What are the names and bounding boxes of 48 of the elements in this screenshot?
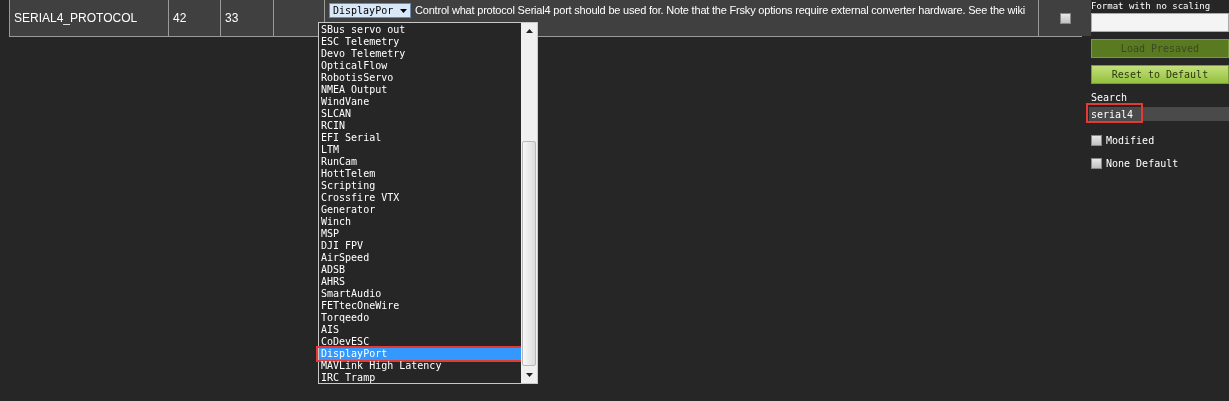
dropdown-option[interactable]: Crossfire VTX [319, 192, 521, 204]
down-arrow-icon [525, 373, 533, 377]
dropdown-option[interactable]: DJI FPV [319, 240, 521, 252]
dropdown-option[interactable]: ADSB [319, 264, 521, 276]
caret-icon [400, 8, 407, 13]
dropdown-option[interactable]: NMEA Output [319, 84, 521, 96]
search-label: Search [1091, 92, 1129, 103]
format-dropdown[interactable] [1091, 13, 1229, 32]
table-cell: 33 [221, 0, 274, 36]
dropdown-option[interactable]: SLCAN [319, 108, 521, 120]
row-checkbox[interactable] [1059, 12, 1071, 24]
search-field[interactable]: serial4 [1089, 107, 1229, 121]
filter-checkbox[interactable] [1091, 158, 1102, 169]
dropdown-option[interactable]: Torqeedo [319, 312, 521, 324]
dropdown-option[interactable]: MAVLink High Latency [319, 360, 521, 372]
description-text: Control what protocol Serial4 port should be used for. Note that the Frsky options require external converter hardware. See the wiki [415, 3, 1026, 18]
dropdown-option[interactable]: OpticalFlow [319, 60, 521, 72]
dropdown-option[interactable]: LTM [319, 144, 521, 156]
dropdown-option[interactable]: Devo Telemetry [319, 48, 521, 60]
dropdown-option[interactable]: RunCam [319, 156, 521, 168]
format-label: Format with no scaling [1091, 1, 1212, 12]
dropdown-option[interactable]: Winch [319, 216, 521, 228]
dropdown-option[interactable]: HottTelem [319, 168, 521, 180]
dropdown-option[interactable]: Generator [319, 204, 521, 216]
filter-label: Modified [1106, 135, 1155, 146]
action-button[interactable]: Reset to Default [1091, 65, 1229, 84]
dropdown-option[interactable]: WindVane [319, 96, 521, 108]
dropdown-option[interactable]: SmartAudio [319, 288, 521, 300]
dropdown-option[interactable]: Scripting [319, 180, 521, 192]
table-cell: 42 [169, 0, 221, 36]
dropdown-option[interactable]: AirSpeed [319, 252, 521, 264]
dropdown-option[interactable]: FETtecOneWire [319, 300, 521, 312]
filter-checkbox[interactable] [1091, 135, 1102, 146]
value-dropdown[interactable]: DisplayPor [329, 3, 411, 18]
dropdown-option[interactable]: CoDevESC [319, 336, 521, 348]
dropdown-option[interactable]: SBus servo out [319, 24, 521, 36]
dropdown-option[interactable]: IRC Tramp [319, 372, 521, 384]
parameter-name: SERIAL4_PROTOCOL [10, 0, 169, 36]
dropdown-option[interactable]: AIS [319, 324, 521, 336]
dropdown-option[interactable]: RobotisServo [319, 72, 521, 84]
dropdown-option[interactable]: MSP [319, 228, 521, 240]
scrollbar[interactable] [521, 23, 537, 383]
filter-label: None Default [1106, 158, 1179, 169]
dropdown-option[interactable]: EFI Serial [319, 132, 521, 144]
dropdown-option[interactable]: AHRS [319, 276, 521, 288]
dropdown-option[interactable]: ESC Telemetry [319, 36, 521, 48]
dropdown-option[interactable]: RCIN [319, 120, 521, 132]
up-arrow-icon [525, 29, 533, 33]
